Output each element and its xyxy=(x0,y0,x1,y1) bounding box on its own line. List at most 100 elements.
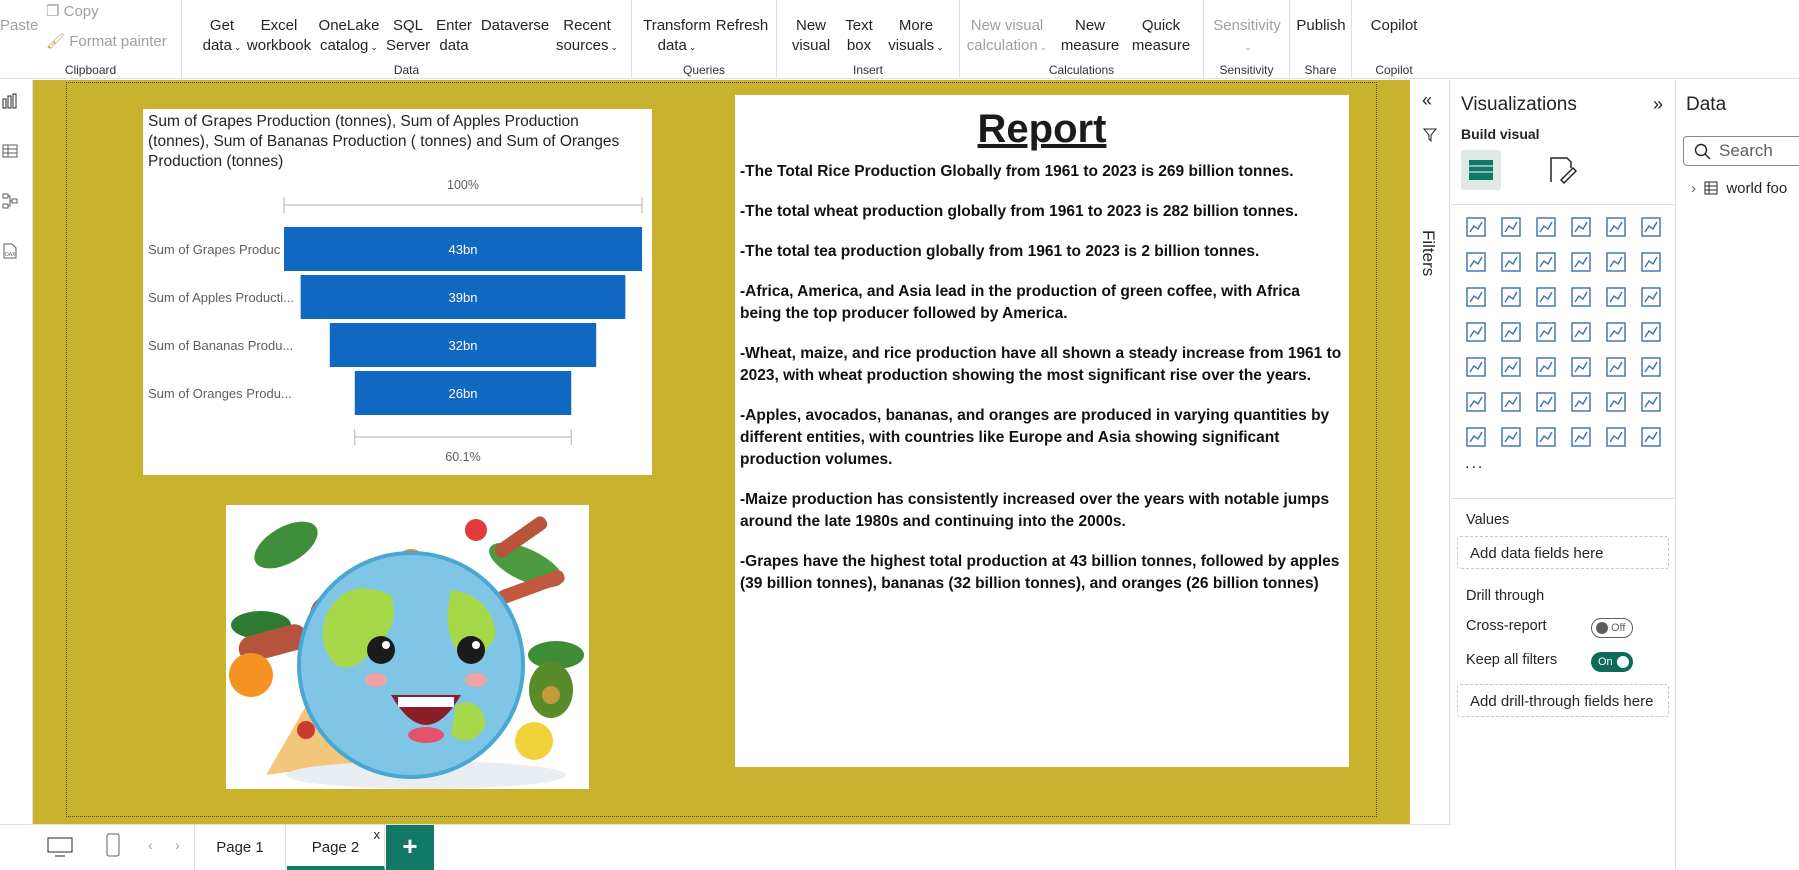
power-apps-icon[interactable] xyxy=(1499,425,1523,449)
stacked-bar-icon[interactable] xyxy=(1464,215,1488,239)
report-paragraph: -Maize production has consistently incre… xyxy=(740,491,1330,530)
data-table-item[interactable]: › world foo xyxy=(1691,180,1787,197)
funnel-chart-visual[interactable]: Sum of Grapes Production (tonnes), Sum o… xyxy=(143,109,652,475)
onelake-catalog-button[interactable]: OneLake catalog ⌄ xyxy=(314,16,384,57)
model-view-icon[interactable] xyxy=(2,193,18,209)
new-visual-button[interactable]: New visual xyxy=(789,16,833,56)
dax-query-view-icon[interactable]: DAX xyxy=(2,243,18,259)
category-label: Sum of Oranges Produ... xyxy=(148,386,292,401)
new-visual-calc-label-2: calculation xyxy=(966,37,1038,54)
pie-icon[interactable] xyxy=(1604,285,1628,309)
line-column-icon[interactable] xyxy=(1604,250,1628,274)
format-painter-label: Format painter xyxy=(69,33,167,50)
table-icon[interactable] xyxy=(1569,355,1593,379)
transform-data-button[interactable]: Transform data ⌄ xyxy=(642,16,712,57)
treemap-icon[interactable] xyxy=(1464,320,1488,344)
text-box-button[interactable]: Text box xyxy=(839,16,879,56)
cross-report-toggle[interactable]: Off xyxy=(1591,618,1633,638)
slicer-icon[interactable] xyxy=(1534,355,1558,379)
build-visual-tab[interactable] xyxy=(1461,150,1501,190)
sql-server-button[interactable]: SQL Server xyxy=(386,16,430,56)
excel-workbook-button[interactable]: Excel workbook xyxy=(244,16,314,56)
collapse-pane-icon[interactable]: » xyxy=(1653,94,1663,115)
values-drop-well[interactable]: Add data fields here xyxy=(1457,536,1669,569)
funnel-icon[interactable] xyxy=(1534,285,1558,309)
python-visual-icon[interactable] xyxy=(1464,390,1488,414)
100-bar-icon[interactable] xyxy=(1604,215,1628,239)
matrix-icon[interactable] xyxy=(1604,355,1628,379)
trophy-icon[interactable] xyxy=(1639,390,1663,414)
clustered-bar-icon[interactable] xyxy=(1534,215,1558,239)
column-icon[interactable] xyxy=(1499,285,1523,309)
multirow-card-icon[interactable] xyxy=(1464,355,1488,379)
desktop-layout-icon[interactable] xyxy=(47,837,73,857)
expand-filters-icon[interactable]: « xyxy=(1422,90,1432,111)
filters-pane-collapsed[interactable]: « Filters xyxy=(1410,80,1450,824)
keep-all-filters-toggle[interactable]: On xyxy=(1591,652,1633,672)
page-tab-active[interactable]: Page 2 x xyxy=(287,825,385,870)
diamond-icon[interactable] xyxy=(1604,425,1628,449)
report-text-box[interactable]: Report -The Total Rice Production Global… xyxy=(735,95,1349,767)
dataverse-label: Dataverse xyxy=(480,17,550,34)
qa-icon[interactable] xyxy=(1569,390,1593,414)
quick-measure-button[interactable]: Quick measure xyxy=(1124,16,1198,56)
data-search-input[interactable]: Search xyxy=(1683,136,1799,166)
report-paragraph: -The total tea production globally from … xyxy=(740,243,1260,260)
scroll-right-icon[interactable]: › xyxy=(175,837,180,853)
paginated-report-icon[interactable] xyxy=(1464,425,1488,449)
page-tab[interactable]: Page 1 xyxy=(194,825,286,870)
format-visual-tab[interactable] xyxy=(1541,150,1581,190)
insert-group-label: Insert xyxy=(852,63,883,77)
report-view-icon[interactable] xyxy=(2,93,18,109)
more-visuals-ellipsis[interactable]: ... xyxy=(1465,455,1484,473)
add-page-button[interactable]: + xyxy=(386,825,434,870)
copilot-button[interactable]: Copilot xyxy=(1352,16,1436,36)
stacked-column-icon[interactable] xyxy=(1499,215,1523,239)
narrative-icon[interactable] xyxy=(1604,390,1628,414)
new-visual-calculation-button[interactable]: New visual calculation ⌄ xyxy=(964,16,1050,57)
kpi-icon[interactable] xyxy=(1499,355,1523,379)
clustered-column-icon[interactable] xyxy=(1569,215,1593,239)
line-chart-icon[interactable] xyxy=(1464,250,1488,274)
publish-button[interactable]: Publish xyxy=(1290,16,1352,36)
new-measure-button[interactable]: New measure xyxy=(1058,16,1122,56)
arrow-icon[interactable] xyxy=(1639,425,1663,449)
format-painter-button[interactable]: 🖌 Format painter xyxy=(46,32,167,50)
100-column-icon[interactable] xyxy=(1639,215,1663,239)
table-view-icon[interactable] xyxy=(2,143,18,159)
azure-map-icon[interactable] xyxy=(1569,320,1593,344)
stacked-area-icon[interactable] xyxy=(1534,250,1558,274)
dataverse-button[interactable]: Dataverse xyxy=(480,16,550,36)
line-clustered-icon[interactable] xyxy=(1639,250,1663,274)
mobile-layout-icon[interactable] xyxy=(106,833,120,857)
copy-button[interactable]: ❐ Copy xyxy=(46,2,99,20)
gauge-icon[interactable] xyxy=(1604,320,1628,344)
filled-map-icon[interactable] xyxy=(1534,320,1558,344)
power-automate-icon[interactable] xyxy=(1534,425,1558,449)
sensitivity-button[interactable]: Sensitivity ⌄ xyxy=(1204,16,1290,57)
donut-icon[interactable] xyxy=(1639,285,1663,309)
paste-button[interactable]: Paste xyxy=(0,16,38,36)
recent-sources-button[interactable]: Recent sources ⌄ xyxy=(552,16,622,57)
metrics-icon[interactable] xyxy=(1569,425,1593,449)
refresh-button[interactable]: Refresh xyxy=(714,16,770,36)
scatter-icon[interactable] xyxy=(1569,285,1593,309)
scroll-left-icon[interactable]: ‹ xyxy=(148,837,153,853)
decomposition-tree-icon[interactable] xyxy=(1534,390,1558,414)
get-data-button[interactable]: Get data ⌄ xyxy=(202,16,242,57)
divider xyxy=(1451,204,1676,205)
area-chart-icon[interactable] xyxy=(1499,250,1523,274)
drill-through-drop-well[interactable]: Add drill-through fields here xyxy=(1457,684,1669,717)
category-label: Sum of Bananas Produ... xyxy=(148,338,293,353)
map-icon[interactable] xyxy=(1499,320,1523,344)
close-tab-icon[interactable]: x xyxy=(374,827,381,842)
sensitivity-group-label: Sensitivity xyxy=(1219,63,1274,77)
more-visuals-button[interactable]: More visuals ⌄ xyxy=(881,16,951,57)
enter-data-button[interactable]: Enter data xyxy=(432,16,476,56)
key-influencers-icon[interactable] xyxy=(1499,390,1523,414)
waterfall-icon[interactable] xyxy=(1464,285,1488,309)
earth-food-image[interactable] xyxy=(226,505,589,789)
r-visual-icon[interactable] xyxy=(1639,355,1663,379)
ribbon-chart-icon[interactable] xyxy=(1569,250,1593,274)
card-icon[interactable] xyxy=(1639,320,1663,344)
